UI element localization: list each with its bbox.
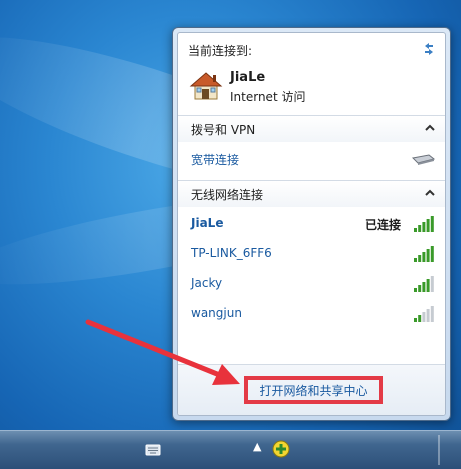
signal-icon bbox=[414, 276, 434, 292]
section-wireless-title: 无线网络连接 bbox=[191, 188, 264, 202]
signal-icon bbox=[414, 246, 434, 262]
signal-bar bbox=[426, 249, 430, 262]
broadband-icon bbox=[411, 154, 435, 165]
wifi-network-item[interactable]: TP-LINK_6FF6 bbox=[178, 242, 445, 266]
wifi-network-name: Jacky bbox=[191, 276, 223, 290]
signal-bar bbox=[422, 252, 426, 262]
signal-icon bbox=[414, 216, 434, 232]
signal-bar bbox=[426, 309, 430, 322]
network-flyout: 当前连接到: JiaLe Internet 访问 拨号和 VPN 宽带连接 无线… bbox=[172, 27, 451, 421]
signal-bar bbox=[422, 282, 426, 292]
signal-bar bbox=[430, 306, 434, 322]
signal-bar bbox=[430, 216, 434, 232]
wifi-network-item[interactable]: JiaLe 已连接 bbox=[178, 212, 445, 236]
network-tray-icon[interactable] bbox=[271, 439, 291, 459]
open-network-sharing-center-link[interactable]: 打开网络和共享中心 bbox=[244, 376, 383, 404]
wifi-network-item[interactable]: Jacky bbox=[178, 272, 445, 296]
signal-bar bbox=[418, 255, 422, 262]
wifi-network-item[interactable]: wangjun bbox=[178, 302, 445, 326]
refresh-icon[interactable] bbox=[421, 41, 437, 57]
wifi-network-name: wangjun bbox=[191, 306, 242, 320]
signal-bar bbox=[426, 219, 430, 232]
signal-bar bbox=[414, 318, 417, 322]
list-item-broadband[interactable]: 宽带连接 bbox=[178, 147, 445, 171]
show-hidden-icons-icon[interactable]: ▲ bbox=[253, 440, 261, 453]
signal-bar bbox=[430, 246, 434, 262]
network-flyout-panel: 当前连接到: JiaLe Internet 访问 拨号和 VPN 宽带连接 无线… bbox=[177, 32, 446, 416]
chevron-up-icon bbox=[425, 124, 435, 131]
signal-bar bbox=[422, 222, 426, 232]
house-icon bbox=[189, 72, 223, 100]
section-wireless[interactable]: 无线网络连接 bbox=[178, 180, 445, 207]
keyboard-icon[interactable] bbox=[145, 442, 161, 456]
wifi-network-name: JiaLe bbox=[191, 216, 224, 230]
taskbar-divider bbox=[438, 435, 440, 465]
signal-bar bbox=[418, 225, 422, 232]
section-dialup-vpn[interactable]: 拨号和 VPN bbox=[178, 115, 445, 142]
signal-bar bbox=[414, 288, 417, 292]
signal-bar bbox=[426, 279, 430, 292]
broadband-connection-label: 宽带连接 bbox=[191, 153, 240, 167]
current-network-name: JiaLe bbox=[230, 70, 266, 85]
chevron-up-icon bbox=[425, 189, 435, 196]
wifi-network-name: TP-LINK_6FF6 bbox=[191, 246, 272, 260]
signal-bar bbox=[430, 276, 434, 292]
flyout-footer: 打开网络和共享中心 bbox=[178, 364, 445, 415]
signal-icon bbox=[414, 306, 434, 322]
section-dialup-vpn-title: 拨号和 VPN bbox=[191, 123, 256, 137]
taskbar: ▲ bbox=[0, 430, 461, 469]
signal-bar bbox=[414, 228, 417, 232]
current-network-access: Internet 访问 bbox=[230, 90, 306, 104]
signal-bar bbox=[422, 312, 426, 322]
signal-bar bbox=[418, 315, 422, 322]
signal-bar bbox=[414, 258, 417, 262]
wifi-connected-state: 已连接 bbox=[364, 218, 401, 232]
current-connection-label: 当前连接到: bbox=[188, 44, 253, 58]
signal-bar bbox=[418, 285, 422, 292]
